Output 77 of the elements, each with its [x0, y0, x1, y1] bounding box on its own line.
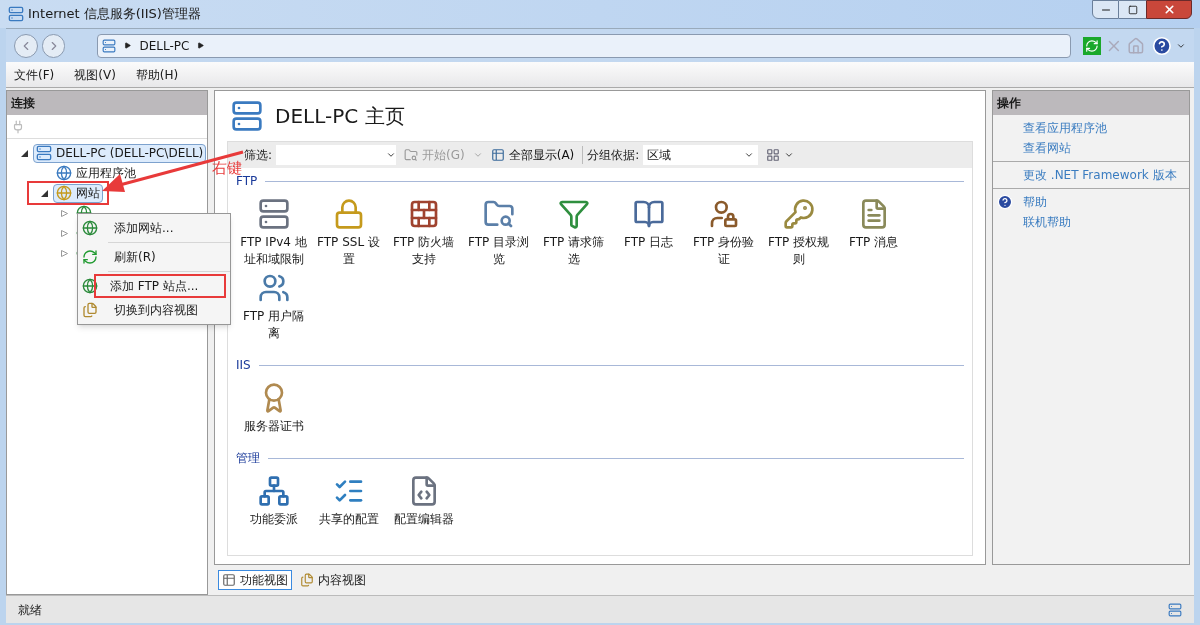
- menu-item[interactable]: 文件(F): [14, 65, 55, 84]
- breadcrumb-arrow-icon: [124, 42, 132, 49]
- feature-item[interactable]: FTP 目录浏览: [461, 194, 536, 268]
- key-icon: [782, 198, 815, 230]
- view-tab[interactable]: 内容视图: [296, 570, 370, 590]
- feature-item[interactable]: 功能委派: [236, 471, 311, 528]
- expander-icon[interactable]: [41, 189, 48, 197]
- minimize-button[interactable]: [1092, 0, 1119, 19]
- breadcrumb-item[interactable]: DELL-PC: [139, 36, 190, 55]
- connect-icon[interactable]: [11, 119, 25, 134]
- feature-item[interactable]: FTP SSL 设置: [311, 194, 386, 268]
- feature-item[interactable]: FTP 消息: [836, 194, 911, 268]
- feature-item[interactable]: 配置编辑器: [386, 471, 461, 528]
- server-icon: [1168, 602, 1182, 617]
- help-icon[interactable]: [1152, 35, 1173, 56]
- tree-item[interactable]: 网站: [53, 183, 103, 203]
- filter-field[interactable]: [276, 145, 397, 165]
- group-title: FTP: [236, 174, 258, 190]
- context-menu-item[interactable]: 添加网站...: [108, 216, 226, 240]
- group-by-label: 分组依据:: [582, 146, 640, 164]
- users-icon: [257, 272, 290, 304]
- feature-item[interactable]: FTP 防火墙支持: [386, 194, 461, 268]
- table-icon: [490, 148, 505, 162]
- feature-item[interactable]: 共享的配置: [311, 471, 386, 528]
- action-link[interactable]: 帮助: [1023, 193, 1047, 211]
- server-icon: [257, 198, 290, 230]
- window-title: Internet 信息服务(IIS)管理器: [28, 5, 201, 24]
- dropdown-caret-icon[interactable]: [784, 150, 795, 160]
- feature-item[interactable]: FTP 身份验证: [686, 194, 761, 268]
- tree-item[interactable]: DELL-PC (DELL-PC\DELL): [33, 143, 207, 163]
- feature-item[interactable]: 服务器证书: [236, 378, 311, 435]
- refresh-icon[interactable]: [1082, 36, 1101, 55]
- filter-icon: [557, 198, 590, 230]
- feature-item[interactable]: FTP IPv4 地址和域限制: [236, 194, 311, 268]
- panel-header: 连接: [7, 91, 207, 115]
- close-icon: [1162, 3, 1176, 16]
- home-icon[interactable]: [1126, 36, 1145, 55]
- context-menu-item[interactable]: 刷新(R): [108, 245, 226, 269]
- forward-button[interactable]: [41, 33, 66, 58]
- group-title: 管理: [236, 450, 260, 467]
- feature-item[interactable]: FTP 授权规则: [761, 194, 836, 268]
- action-link[interactable]: 更改 .NET Framework 版本: [1023, 166, 1177, 184]
- server-icon: [102, 38, 117, 53]
- app-icon: [8, 6, 24, 22]
- annotation-label: 右键: [212, 158, 242, 177]
- server-icon: [231, 100, 263, 132]
- status-text: 就绪: [18, 601, 42, 619]
- action-link[interactable]: 查看网站: [1023, 139, 1071, 157]
- page-title: DELL-PC 主页: [275, 103, 405, 130]
- breadcrumb-arrow-icon: [197, 42, 205, 49]
- expander-icon[interactable]: [21, 149, 28, 157]
- view-tab[interactable]: 功能视图: [218, 570, 292, 590]
- refresh-icon: [82, 249, 98, 265]
- dropdown-caret-icon: [744, 150, 755, 160]
- context-menu-item[interactable]: 切换到内容视图: [108, 298, 226, 322]
- maximize-button[interactable]: [1119, 0, 1146, 19]
- feature-item[interactable]: FTP 日志: [611, 194, 686, 268]
- show-all-button[interactable]: 全部显示(A): [486, 146, 579, 164]
- back-button[interactable]: [14, 33, 38, 58]
- filter-label: 筛选:: [244, 147, 273, 164]
- group-by-select[interactable]: 区域: [643, 145, 759, 165]
- panel-header: 操作: [993, 91, 1189, 115]
- help-icon: [997, 194, 1013, 210]
- action-link[interactable]: 查看应用程序池: [1023, 119, 1107, 137]
- feature-item[interactable]: FTP 用户隔离: [236, 268, 311, 342]
- menu-item[interactable]: 视图(V): [74, 65, 116, 84]
- address-bar[interactable]: DELL-PC: [97, 33, 1071, 58]
- context-menu-item[interactable]: 添加 FTP 站点...: [94, 274, 226, 298]
- group-title: IIS: [236, 357, 251, 374]
- view-icon[interactable]: [766, 148, 781, 162]
- close-button[interactable]: [1146, 0, 1192, 19]
- feature-item[interactable]: FTP 请求筛选: [536, 194, 611, 268]
- server-icon: [36, 145, 52, 161]
- menu-item[interactable]: 帮助(H): [135, 65, 179, 84]
- dropdown-caret-icon[interactable]: [386, 150, 397, 160]
- action-link[interactable]: 联机帮助: [1023, 213, 1071, 231]
- maximize-icon: [1127, 4, 1138, 15]
